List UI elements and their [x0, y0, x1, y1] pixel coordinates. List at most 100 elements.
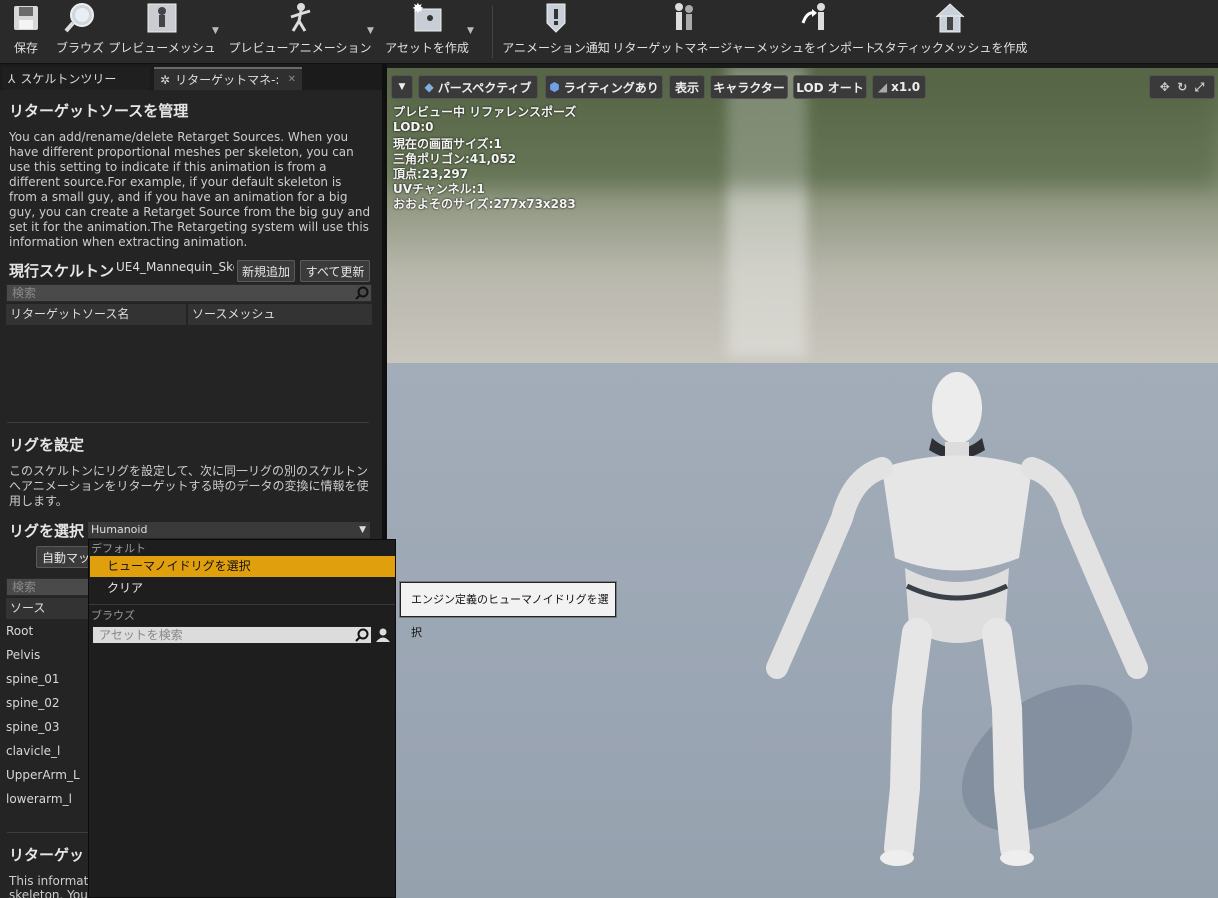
rig-search-input[interactable]: 検索	[6, 578, 96, 596]
preview-animation-button[interactable]: プレビューアニメーション	[228, 0, 372, 62]
select-humanoid-rig-item[interactable]: ヒューマノイドリグを選択	[90, 556, 395, 577]
svg-text:✸: ✸	[412, 1, 424, 17]
retarget-search-placeholder: 検索	[12, 286, 37, 300]
default-header: デフォルト	[91, 542, 146, 555]
source-mesh-column[interactable]: ソースメッシュ	[188, 304, 372, 325]
persona-editor: 保存 ブラウズ プレビューメッシュ ▼ プレビューアニメーション ▼ ✸ アセッ…	[0, 0, 1218, 898]
character-button[interactable]: キャラクター	[710, 75, 788, 99]
anim-notify-label: アニメーション通知	[502, 41, 610, 55]
preview-animation-icon	[283, 1, 317, 35]
rig-description: このスケルトンにリグを設定して、次に同一リグの別のスケルトンへアニメーションをリ…	[9, 464, 369, 508]
retarget-bottom-text-2: skeleton. You	[9, 888, 88, 898]
preview-mesh-dropdown-icon[interactable]: ▼	[212, 26, 222, 36]
show-button[interactable]: 表示	[669, 75, 705, 99]
retarget-search-input[interactable]: 検索	[6, 284, 372, 302]
save-label: 保存	[13, 41, 38, 55]
retarget-bottom-title: リターゲット	[9, 846, 100, 864]
preview-animation-label: プレビューアニメーション	[228, 41, 372, 55]
preview-mesh-button[interactable]: プレビューメッシュ	[108, 0, 216, 62]
rig-search-placeholder: 検索	[12, 580, 37, 594]
retarget-sources-description: You can add/rename/delete Retarget Sourc…	[9, 130, 371, 249]
save-icon	[9, 1, 43, 35]
toolbar-separator	[492, 6, 493, 58]
bone-row[interactable]: spine_02	[6, 696, 59, 710]
asset-search-placeholder: アセットを検索	[99, 628, 183, 642]
bone-row[interactable]: spine_01	[6, 672, 59, 686]
transform-tools: ✥ ↻ ⤢	[1149, 75, 1215, 99]
browse-button[interactable]: ブラウズ	[56, 0, 104, 62]
retarget-tab-icon: ✲	[160, 72, 171, 87]
perspective-label: パースペクティブ	[437, 80, 532, 95]
tab-retarget-manager[interactable]: ✲ リターゲットマネ-: ✕	[154, 67, 302, 90]
perspective-button[interactable]: ◆ パースペクティブ	[418, 75, 538, 99]
lighting-label: ライティングあり	[563, 80, 659, 95]
move-icon[interactable]: ✥	[1160, 80, 1170, 94]
rotate-icon[interactable]: ↻	[1177, 80, 1187, 94]
retarget-source-name-column[interactable]: リターゲットソース名	[6, 304, 186, 325]
rig-select-menu: デフォルト ヒューマノイドリグを選択 クリア ブラウズ アセットを検索	[88, 539, 396, 898]
lod-button[interactable]: LOD オート	[793, 75, 867, 99]
section-divider	[7, 832, 97, 833]
retarget-manager-label: リターゲットマネージャー	[612, 41, 756, 55]
retarget-manager-icon	[667, 1, 701, 35]
import-mesh-icon	[799, 1, 833, 35]
current-skeleton-label: 現行スケルトン	[9, 262, 115, 280]
anim-notify-button[interactable]: アニメーション通知	[502, 0, 610, 62]
lighting-button[interactable]: ⬢ ライティングあり	[545, 75, 663, 99]
preview-viewport[interactable]: ▼ ◆ パースペクティブ ⬢ ライティングあり 表示 キャラクター LOD オー…	[387, 68, 1218, 898]
rig-select-dropdown[interactable]: Humanoid ▼	[88, 522, 370, 538]
viewport-options-button[interactable]: ▼	[391, 75, 413, 99]
stat-preview: プレビュー中 リファレンスポーズ	[393, 105, 577, 119]
lighting-icon: ⬢	[549, 80, 560, 94]
refresh-all-button[interactable]: すべて更新	[300, 260, 370, 282]
import-mesh-button[interactable]: メッシュをインポート	[756, 0, 876, 62]
close-tab-icon[interactable]: ✕	[288, 74, 296, 85]
chevron-down-icon: ▼	[398, 82, 406, 92]
skeleton-tree-icon: ⅄	[8, 71, 16, 86]
asset-search-input[interactable]: アセットを検索	[92, 626, 372, 644]
set-rig-title: リグを設定	[9, 436, 85, 454]
stat-lod: LOD:0	[393, 120, 434, 134]
preview-mesh-label: プレビューメッシュ	[108, 41, 216, 55]
bone-row[interactable]: clavicle_l	[6, 744, 60, 758]
rig-select-value: Humanoid	[91, 523, 148, 536]
bone-row[interactable]: UpperArm_L	[6, 768, 80, 782]
humanoid-rig-tooltip: エンジン定義のヒューマノイドリグを選択	[400, 582, 616, 639]
retarget-manager-button[interactable]: リターゲットマネージャー	[612, 0, 756, 62]
menu-separator	[89, 604, 395, 605]
speed-label: x1.0	[891, 80, 921, 94]
select-rig-label: リグを選択	[9, 522, 85, 540]
mannequin-model	[766, 372, 1148, 866]
browse-label: ブラウズ	[56, 41, 105, 55]
search-icon	[355, 286, 369, 304]
bone-row[interactable]: Pelvis	[6, 648, 40, 662]
bone-row[interactable]: spine_03	[6, 720, 59, 734]
anim-notify-icon	[539, 1, 573, 35]
current-skeleton-value: UE4_Mannequin_Skele	[116, 260, 234, 274]
retarget-bottom-text: This informatio	[9, 874, 99, 888]
make-static-mesh-icon	[933, 1, 967, 35]
auto-map-button[interactable]: 自動マッ	[36, 546, 96, 568]
make-static-mesh-button[interactable]: スタティックメッシュを作成	[873, 0, 1027, 62]
scale-icon[interactable]: ⤢	[1195, 80, 1205, 95]
playback-speed-button[interactable]: ◢ x1.0	[872, 75, 926, 99]
preview-mesh-icon	[145, 1, 179, 35]
browse-icon	[63, 1, 97, 35]
browse-header: ブラウズ	[91, 609, 135, 622]
preview-animation-dropdown-icon[interactable]: ▼	[367, 26, 377, 36]
clear-item[interactable]: クリア	[90, 578, 395, 599]
bone-row[interactable]: lowerarm_l	[6, 792, 72, 806]
create-asset-dropdown-icon[interactable]: ▼	[467, 26, 477, 36]
add-new-button[interactable]: 新規追加	[237, 260, 295, 282]
create-asset-button[interactable]: ✸ アセットを作成	[385, 0, 469, 62]
tab-retarget-manager-label: リターゲットマネ-:	[175, 73, 280, 87]
bone-row[interactable]: Root	[6, 624, 33, 638]
save-button[interactable]: 保存	[6, 0, 46, 62]
tab-skeleton-tree-label: スケルトンツリー	[20, 72, 117, 86]
user-icon[interactable]	[375, 627, 391, 643]
source-column[interactable]: ソース	[6, 598, 96, 619]
create-asset-icon: ✸	[410, 1, 444, 35]
main-toolbar: 保存 ブラウズ プレビューメッシュ ▼ プレビューアニメーション ▼ ✸ アセッ…	[0, 0, 1218, 64]
tab-skeleton-tree[interactable]: ⅄ スケルトンツリー	[2, 67, 150, 90]
panel-tabs: ⅄ スケルトンツリー ✲ リターゲットマネ-: ✕	[0, 64, 382, 90]
